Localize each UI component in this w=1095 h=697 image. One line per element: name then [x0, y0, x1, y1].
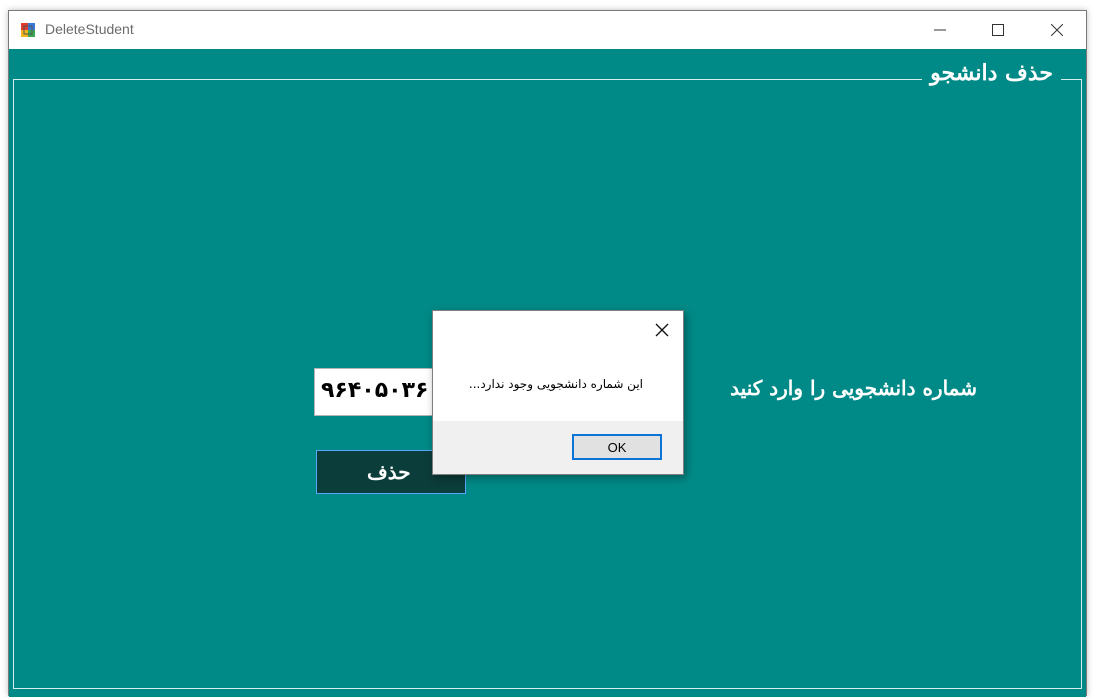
student-id-label: شماره دانشجویی را وارد کنید — [730, 376, 977, 400]
dialog-footer: OK — [433, 421, 683, 474]
delete-button-label: حذف — [367, 460, 411, 484]
groupbox-title: حذف دانشجو — [922, 60, 1061, 86]
maximize-icon — [992, 24, 1004, 36]
minimize-icon — [934, 29, 946, 31]
dialog-close-button[interactable] — [653, 321, 671, 339]
message-box-dialog: این شماره دانشجویی وجود ندارد... OK — [432, 310, 684, 475]
close-icon — [655, 323, 669, 337]
app-icon — [20, 22, 36, 38]
window-title: DeleteStudent — [45, 21, 134, 37]
ok-button[interactable]: OK — [572, 434, 662, 460]
close-icon — [1051, 24, 1063, 36]
dialog-message: این شماره دانشجویی وجود ندارد... — [468, 377, 643, 391]
title-bar[interactable]: DeleteStudent — [9, 11, 1086, 49]
ok-button-label: OK — [607, 439, 627, 455]
maximize-button[interactable] — [969, 11, 1027, 49]
student-id-value: ۹۶۴۰۵۰۳۶ — [321, 378, 429, 403]
minimize-button[interactable] — [911, 11, 969, 49]
close-button[interactable] — [1028, 11, 1086, 49]
